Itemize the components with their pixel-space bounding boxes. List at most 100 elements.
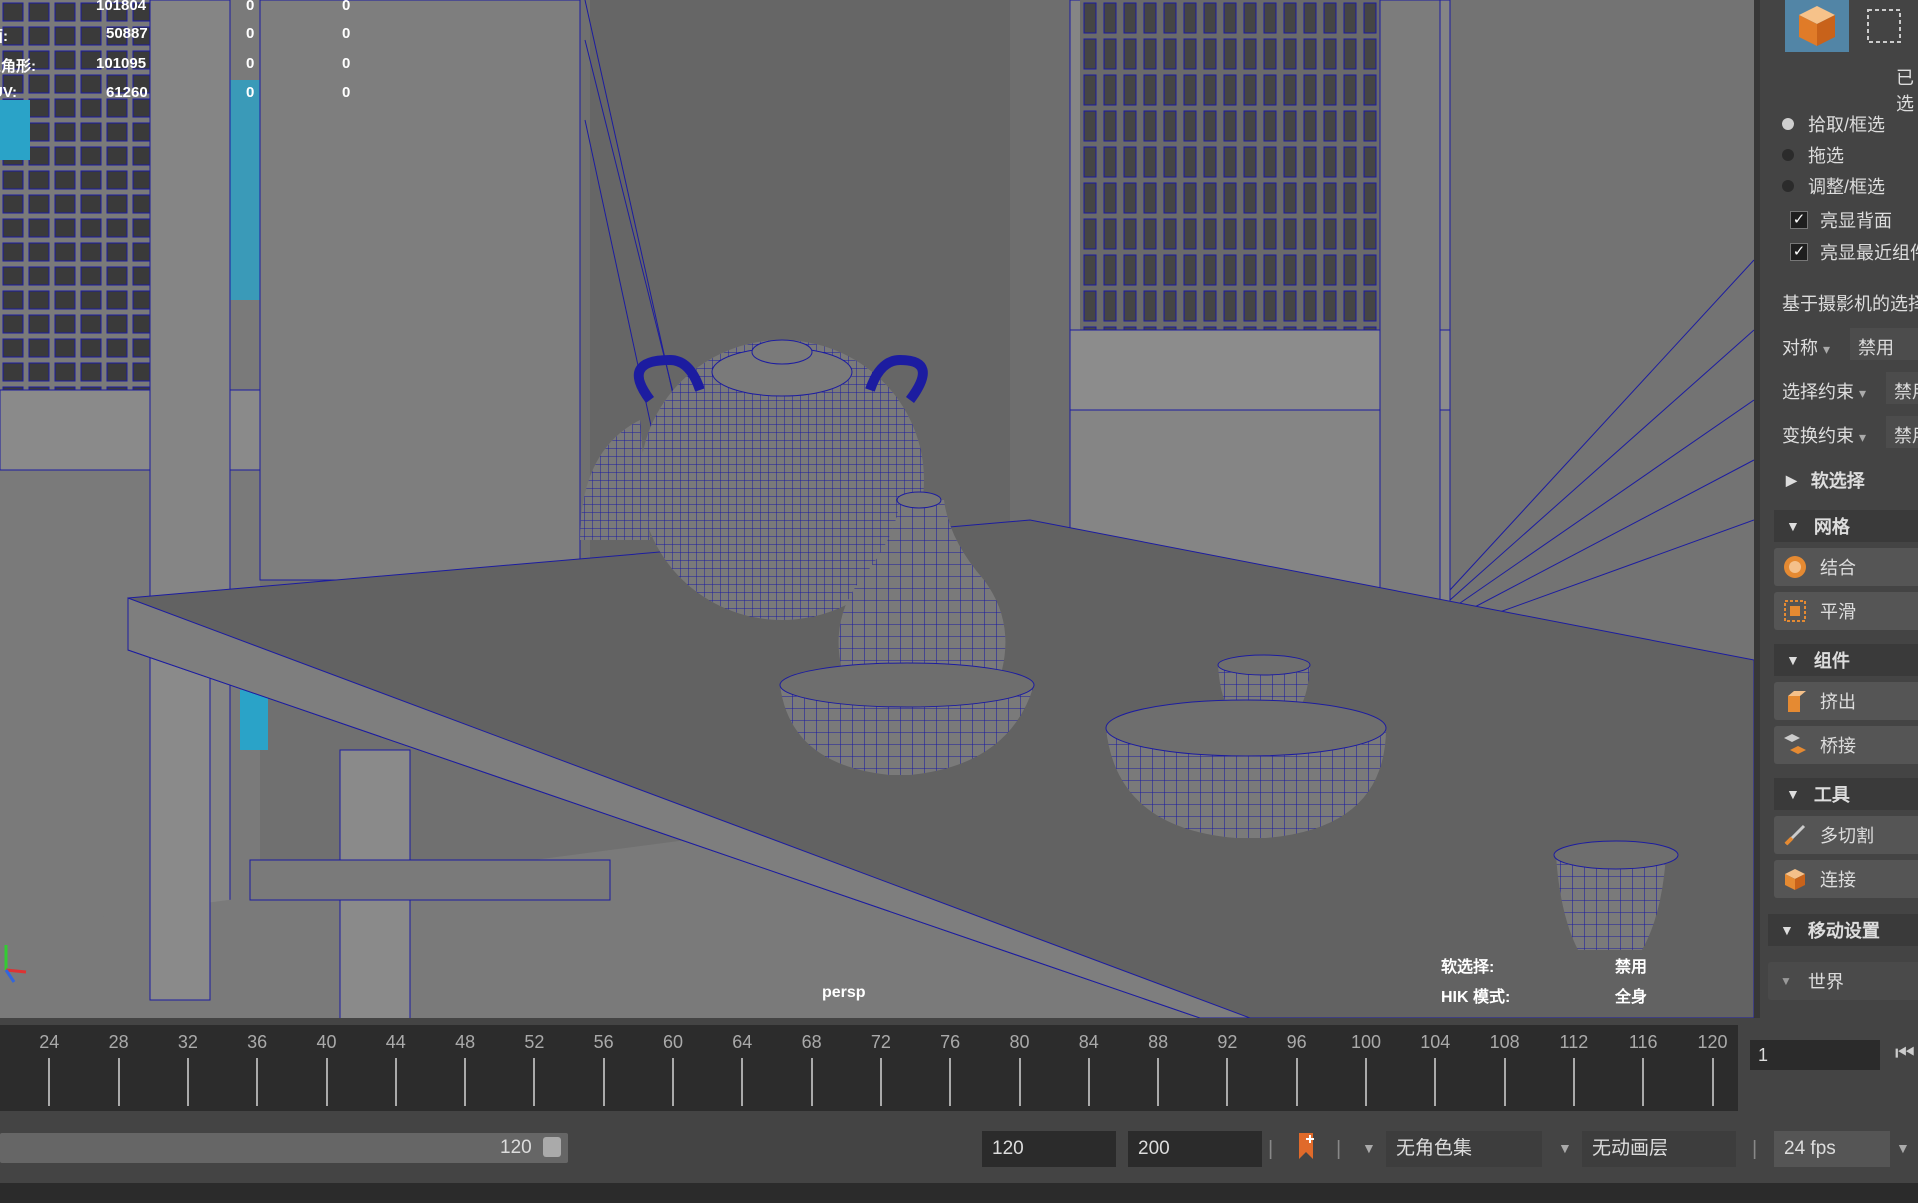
dropdown-arrow-icon[interactable]: ▼	[1558, 1140, 1572, 1156]
stat-value: 0	[342, 25, 351, 42]
expand-arrow-icon: ▶	[1786, 471, 1797, 488]
radio-label: 调整/框选	[1808, 177, 1886, 197]
section-title: 软选择	[1810, 471, 1865, 491]
command-line[interactable]	[0, 1183, 1918, 1203]
transform-constraint-dropdown[interactable]: 禁用	[1886, 416, 1918, 448]
tick-label: 36	[247, 1032, 268, 1052]
extrude-button[interactable]: 挤出	[1774, 682, 1918, 720]
fps-dropdown[interactable]: 24 fps	[1774, 1131, 1890, 1167]
tick-label: 100	[1350, 1032, 1382, 1052]
collapse-arrow-icon: ▼	[1786, 652, 1800, 668]
connect-icon	[1785, 869, 1805, 890]
hud-hik-value: 全身	[1615, 989, 1648, 1006]
select-constraint-dropdown[interactable]: 禁用	[1886, 372, 1918, 404]
dropdown-arrow-icon: ▾	[1859, 385, 1867, 401]
smooth-button[interactable]: 平滑	[1774, 592, 1918, 630]
playback-end-field[interactable]: 120	[982, 1131, 1116, 1167]
move-space-dropdown[interactable]: ▼ 世界	[1768, 962, 1918, 1000]
tick-mark	[1295, 1058, 1298, 1106]
tick-label: 72	[870, 1032, 891, 1052]
tick-mark	[1365, 1058, 1367, 1106]
tick-label: 80	[1009, 1032, 1030, 1052]
stat-value: 0	[246, 25, 255, 42]
section-tools[interactable]: ▼ 工具	[1774, 778, 1918, 810]
separator-icon: |	[1268, 1138, 1274, 1160]
marquee-icon	[1867, 9, 1901, 43]
tick-mark	[1572, 1058, 1575, 1106]
knife-icon	[1784, 824, 1806, 846]
viewport-persp[interactable]: 101804 0 0 面: 50887 0 0 三角形: 101095 0 0 …	[0, 0, 1754, 1018]
dropdown-arrow-icon[interactable]: ▼	[1896, 1140, 1910, 1156]
range-slider-handle[interactable]	[543, 1137, 561, 1157]
dropdown-arrow-icon[interactable]: ▼	[1362, 1140, 1376, 1156]
tick-label: 52	[524, 1032, 545, 1052]
tick-mark	[949, 1058, 952, 1106]
component-mode-button[interactable]	[1860, 2, 1908, 50]
section-soft-select[interactable]: ▶ 软选择	[1774, 464, 1918, 496]
tick-label: 40	[316, 1032, 337, 1052]
stat-label: 三角形:	[0, 58, 36, 75]
tick-label: 24	[39, 1032, 60, 1052]
tick-label: 56	[593, 1032, 614, 1052]
tick-label: 60	[662, 1032, 684, 1052]
stat-label: 面:	[0, 28, 8, 45]
check-label: 亮显背面	[1820, 211, 1892, 231]
stat-value: 0	[246, 84, 255, 101]
multicut-button[interactable]: 多切割	[1774, 816, 1918, 854]
object-mode-button[interactable]	[1785, 0, 1849, 52]
anim-layer-dropdown[interactable]: 无动画层	[1582, 1131, 1736, 1167]
section-title: 移动设置	[1807, 921, 1880, 941]
select-constraint-value: 禁用	[1894, 382, 1918, 402]
go-to-start-icon[interactable]: ⏮	[1895, 1040, 1915, 1066]
tick-label: 68	[801, 1032, 822, 1052]
collapse-arrow-icon: ▼	[1780, 922, 1794, 938]
checkbox-checked: ✓	[1790, 243, 1808, 261]
section-mesh[interactable]: ▼ 网格	[1774, 510, 1918, 542]
combine-button[interactable]: 结合	[1774, 548, 1918, 586]
tick-mark	[1711, 1058, 1714, 1106]
bridge-button[interactable]: 桥接	[1774, 726, 1918, 764]
stat-value: 0	[246, 55, 255, 72]
tick-label: 92	[1217, 1032, 1238, 1052]
symmetry-text: 对称	[1782, 338, 1818, 358]
radio-tweak-marquee[interactable]: 调整/框选	[1782, 174, 1885, 198]
tick-label: 108	[1489, 1032, 1520, 1052]
tick-label: 96	[1286, 1032, 1307, 1052]
auto-key-button[interactable]	[1296, 1131, 1318, 1170]
range-slider[interactable]	[0, 1133, 568, 1163]
section-move-settings[interactable]: ▼ 移动设置	[1768, 914, 1918, 946]
tick-label: 112	[1559, 1032, 1589, 1052]
smooth-icon	[1784, 600, 1806, 622]
dropdown-arrow-icon: ▾	[1859, 429, 1867, 445]
current-frame-field[interactable]: 1	[1750, 1040, 1880, 1070]
character-set-dropdown[interactable]: 无角色集	[1386, 1131, 1542, 1167]
camera-based-selection[interactable]: 基于摄影机的选择	[1782, 290, 1918, 316]
tick-label: 44	[385, 1032, 406, 1052]
transform-constraint-value: 禁用	[1894, 426, 1918, 446]
symmetry-dropdown[interactable]: 禁用	[1850, 328, 1918, 360]
stat-value: 0	[342, 0, 351, 14]
tick-mark	[672, 1058, 674, 1106]
button-label: 连接	[1820, 870, 1856, 890]
hud-soft-select-label: 软选择:	[1441, 959, 1495, 976]
radio-dot	[1782, 180, 1794, 192]
hud-hik-label: HIK 模式:	[1441, 989, 1511, 1006]
tick-mark	[602, 1058, 605, 1106]
radio-pick-marquee[interactable]: 拾取/框选	[1782, 112, 1885, 136]
button-label: 平滑	[1820, 602, 1856, 622]
separator-icon: |	[1752, 1138, 1758, 1160]
section-components[interactable]: ▼ 组件	[1774, 644, 1918, 676]
check-highlight-backfaces[interactable]: ✓ 亮显背面	[1790, 208, 1892, 232]
range-slider-end: 120	[500, 1137, 532, 1158]
dropdown-arrow-icon: ▾	[1823, 341, 1831, 357]
connect-button[interactable]: 连接	[1774, 860, 1918, 898]
check-highlight-nearest[interactable]: ✓ 亮显最近组件	[1790, 240, 1918, 264]
radio-label: 拾取/框选	[1808, 115, 1886, 135]
radio-drag[interactable]: 拖选	[1782, 143, 1844, 167]
stat-value: 0	[342, 84, 351, 101]
tick-mark	[741, 1058, 744, 1106]
tick-label: 84	[1078, 1032, 1099, 1052]
selected-label: 已选	[1896, 68, 1914, 114]
animation-end-field[interactable]: 200	[1128, 1131, 1262, 1167]
bookmark-key-icon	[1299, 1133, 1314, 1159]
